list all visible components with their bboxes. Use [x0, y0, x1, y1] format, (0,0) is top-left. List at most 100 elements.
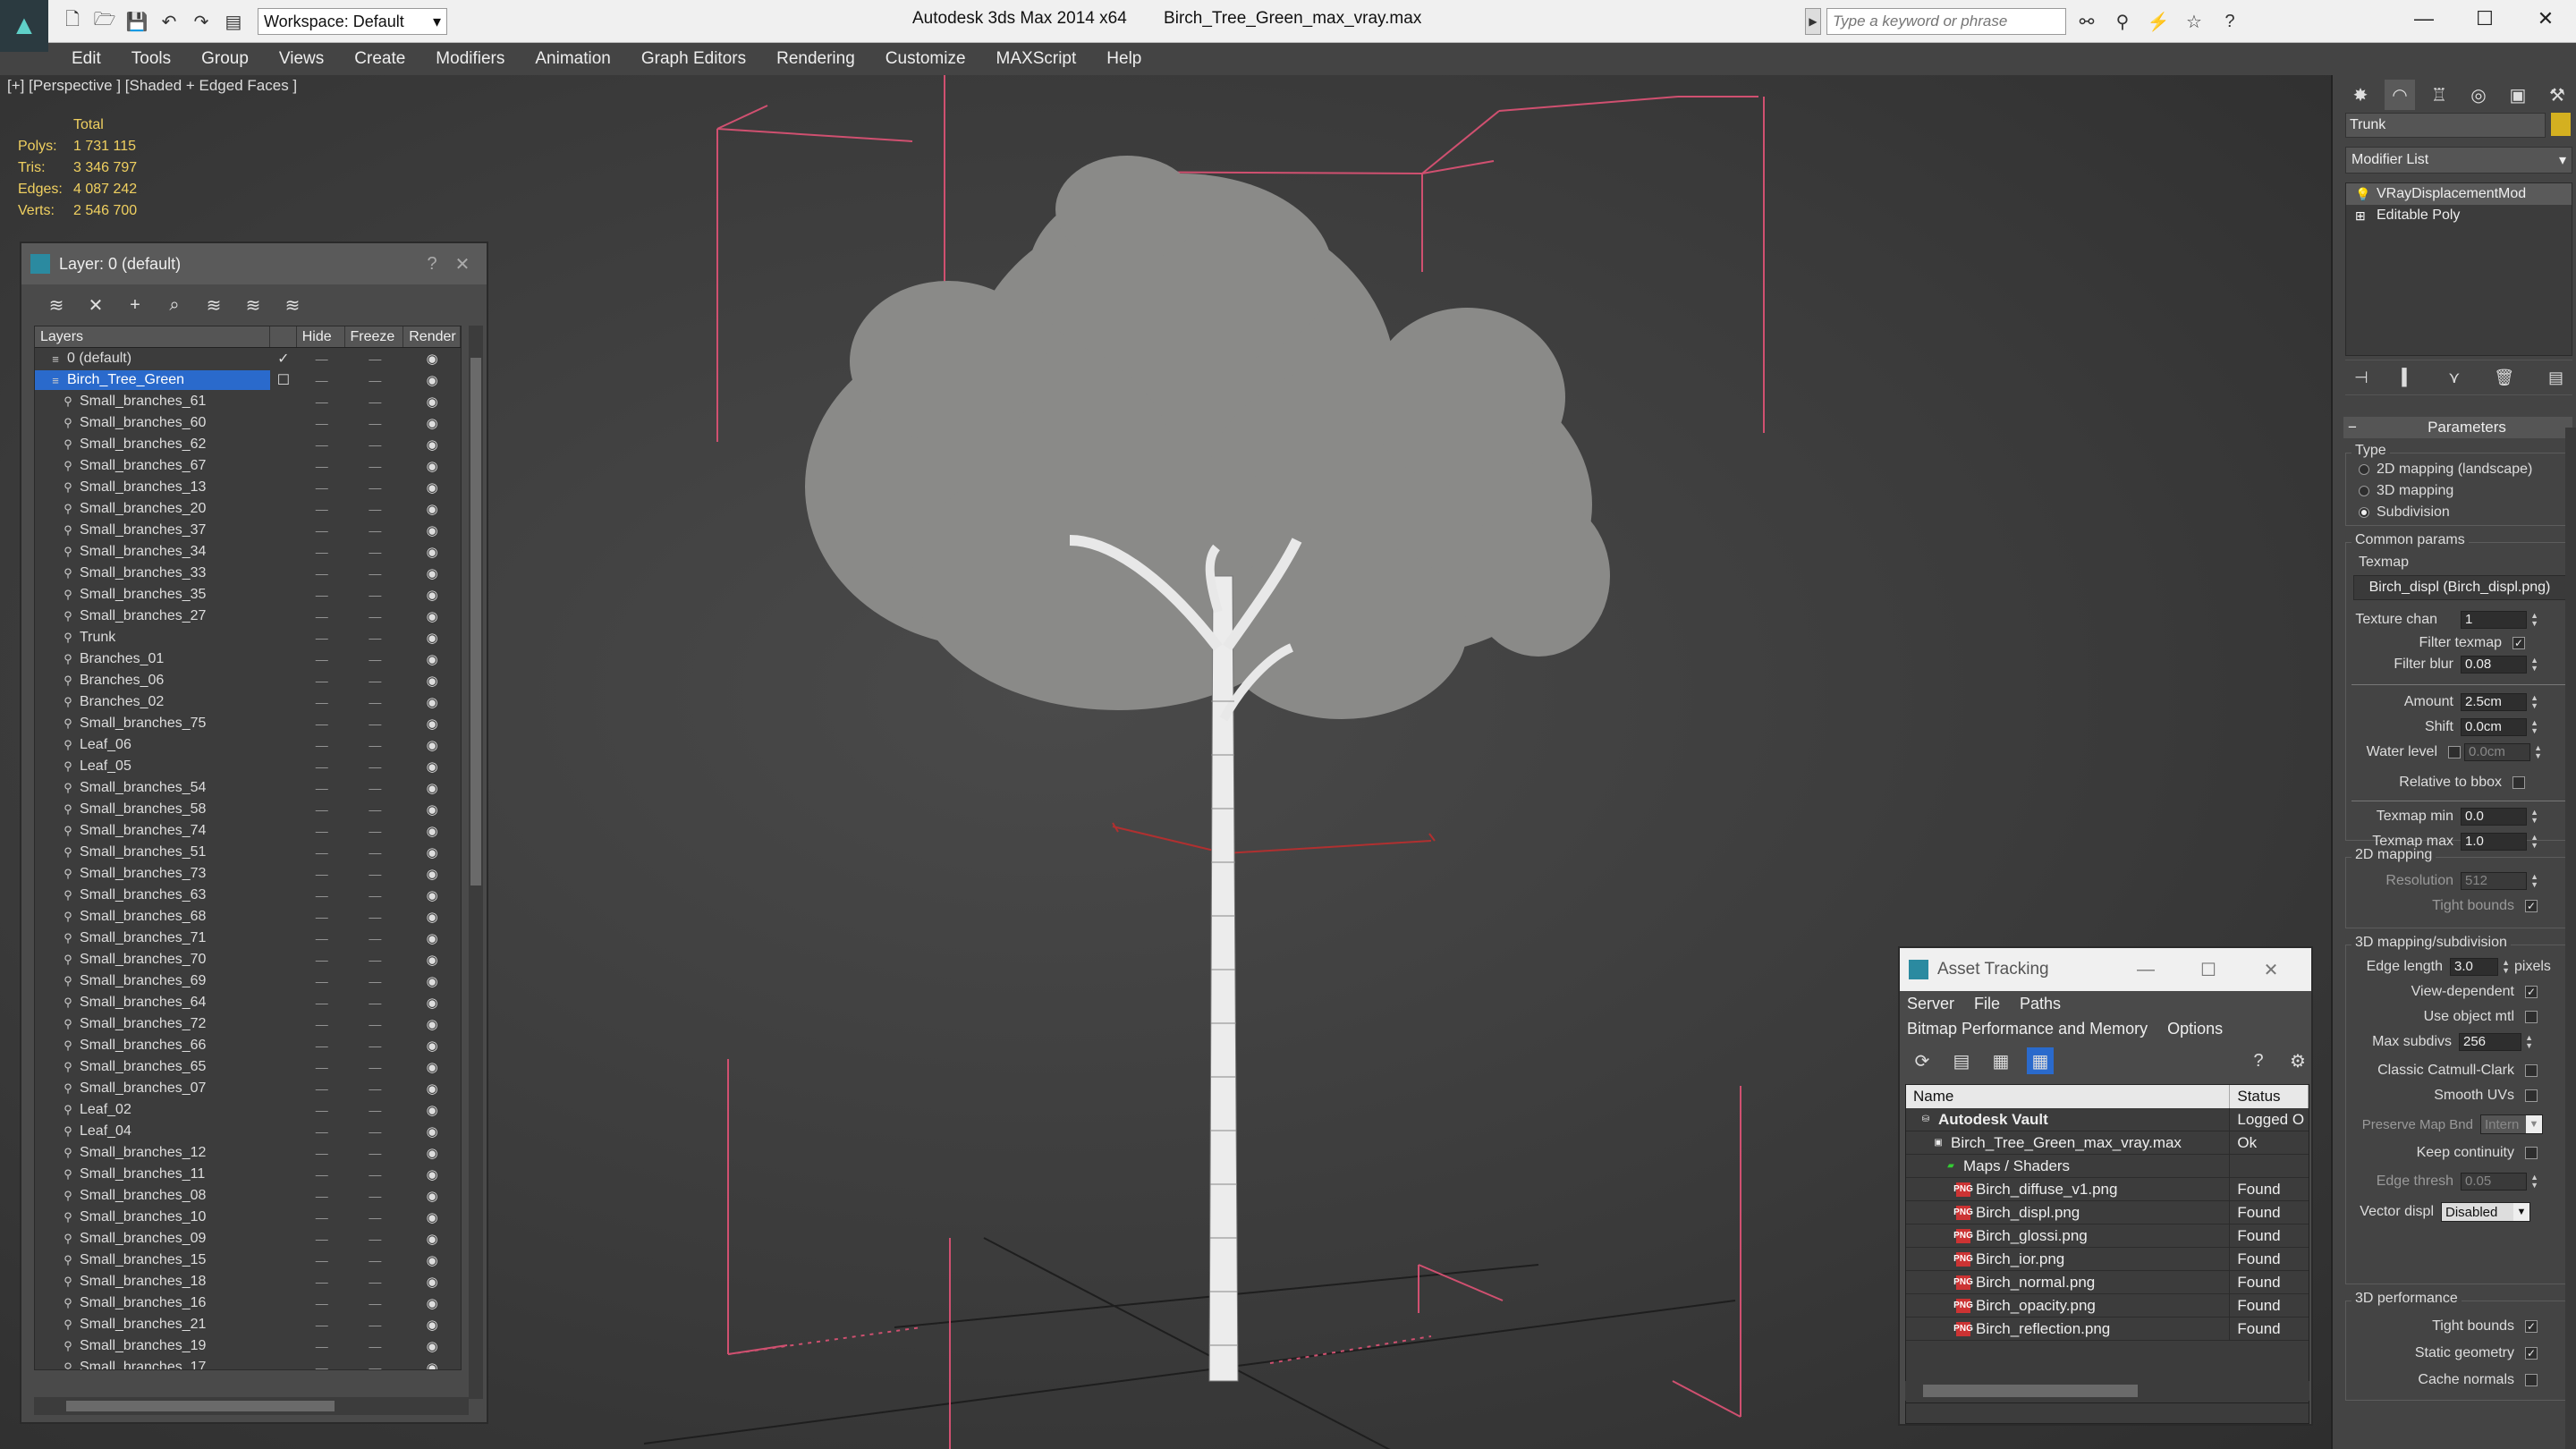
render-teapot-icon[interactable]: ◉	[403, 394, 461, 410]
configure-modifier-sets-icon[interactable]: ▤	[2548, 369, 2563, 387]
asset-row[interactable]: PNG Birch_glossi.png Found	[1906, 1224, 2309, 1248]
layer-row[interactable]: ⚲ Small_branches_51— — ◉	[35, 842, 461, 863]
render-teapot-icon[interactable]: ◉	[403, 372, 461, 388]
render-teapot-icon[interactable]: ◉	[403, 1102, 461, 1118]
layer-row[interactable]: ⚲ Leaf_02— — ◉	[35, 1099, 461, 1121]
hide-toggle[interactable]: —	[297, 631, 345, 645]
render-teapot-icon[interactable]: ◉	[403, 694, 461, 710]
layer-name-cell[interactable]: ⚲ Small_branches_61	[35, 392, 270, 411]
layer-row[interactable]: ⚲ Small_branches_17— — ◉	[35, 1357, 461, 1369]
hide-toggle[interactable]: —	[297, 1275, 345, 1289]
freeze-toggle[interactable]: —	[345, 523, 404, 538]
freeze-toggle[interactable]: —	[345, 759, 404, 774]
layer-row[interactable]: ⚲ Small_branches_19— — ◉	[35, 1335, 461, 1357]
layer-name-cell[interactable]: ⚲ Small_branches_64	[35, 993, 270, 1013]
layer-row[interactable]: ⚲ Small_branches_64— — ◉	[35, 992, 461, 1013]
layer-row[interactable]: ⚲ Small_branches_35— — ◉	[35, 584, 461, 606]
layer-name-cell[interactable]: ⚲ Small_branches_68	[35, 907, 270, 927]
freeze-toggle[interactable]: —	[345, 1017, 404, 1031]
layer-name-cell[interactable]: ⚲ Small_branches_19	[35, 1336, 270, 1356]
hide-toggle[interactable]: —	[297, 931, 345, 945]
layer-name-cell[interactable]: ⚲ Small_branches_75	[35, 714, 270, 733]
render-teapot-icon[interactable]: ◉	[403, 1252, 461, 1268]
radio-button[interactable]	[2359, 464, 2369, 475]
object-color-swatch[interactable]	[2551, 113, 2571, 136]
freeze-toggle[interactable]: —	[345, 631, 404, 645]
freeze-toggle[interactable]: —	[345, 1296, 404, 1310]
show-end-result-icon[interactable]: ▍	[2402, 369, 2415, 387]
freeze-all-layers-icon[interactable]: ≋	[279, 292, 306, 318]
layer-name-cell[interactable]: ⚲ Small_branches_08	[35, 1186, 270, 1206]
freeze-toggle[interactable]: —	[345, 974, 404, 988]
layer-row[interactable]: ⚲ Trunk — — ◉	[35, 627, 461, 648]
render-teapot-icon[interactable]: ◉	[403, 1209, 461, 1225]
hide-toggle[interactable]: —	[297, 781, 345, 795]
layer-name-cell[interactable]: ⚲ Small_branches_09	[35, 1229, 270, 1249]
max-subdivs-spinner[interactable]: 256 ▲ ▼	[2459, 1033, 2533, 1051]
menu-maxscript[interactable]: MAXScript	[996, 49, 1077, 69]
asset-row[interactable]: ⛁ Autodesk Vault Logged O	[1906, 1107, 2309, 1131]
object-name-input[interactable]	[2345, 113, 2546, 138]
hide-toggle[interactable]: —	[297, 609, 345, 623]
layer-row[interactable]: ⚲ Small_branches_37— — ◉	[35, 520, 461, 541]
asset-row[interactable]: ▣ Birch_Tree_Green_max_vray.max Ok	[1906, 1131, 2309, 1155]
hide-toggle[interactable]: —	[297, 588, 345, 602]
spinner-arrows-icon[interactable]: ▲ ▼	[2502, 959, 2510, 975]
hide-toggle[interactable]: —	[297, 1038, 345, 1053]
layer-name-cell[interactable]: ⚲ Small_branches_60	[35, 413, 270, 433]
render-teapot-icon[interactable]: ◉	[403, 415, 461, 431]
layer-row[interactable]: ⚲ Leaf_06— — ◉	[35, 734, 461, 756]
freeze-toggle[interactable]: —	[345, 910, 404, 924]
motion-tab-icon[interactable]: ◎	[2463, 80, 2494, 110]
menu-animation[interactable]: Animation	[535, 49, 611, 69]
communication-icon[interactable]: ⚡	[2143, 8, 2174, 35]
layer-name-cell[interactable]: ⚲ Small_branches_10	[35, 1208, 270, 1227]
hide-toggle[interactable]: —	[297, 1060, 345, 1074]
radio-subdivision[interactable]: Subdivision	[2346, 502, 2572, 523]
close-icon[interactable]: ✕	[2240, 959, 2302, 981]
hide-toggle[interactable]: —	[297, 845, 345, 860]
hide-toggle[interactable]: —	[297, 1146, 345, 1160]
asset-row[interactable]: ▰ Maps / Shaders	[1906, 1154, 2309, 1178]
hide-toggle[interactable]: —	[297, 566, 345, 580]
layer-row[interactable]: ⚲ Branches_02— — ◉	[35, 691, 461, 713]
render-teapot-icon[interactable]: ◉	[403, 673, 461, 689]
hide-toggle[interactable]: —	[297, 867, 345, 881]
classic-catmull-checkbox[interactable]	[2525, 1064, 2538, 1077]
layer-name-cell[interactable]: ⚲ Small_branches_35	[35, 585, 270, 605]
hide-toggle[interactable]: —	[297, 352, 345, 366]
freeze-toggle[interactable]: —	[345, 437, 404, 452]
save-file-icon[interactable]: 💾	[123, 8, 150, 35]
hide-toggle[interactable]: —	[297, 459, 345, 473]
render-teapot-icon[interactable]: ◉	[403, 436, 461, 453]
freeze-toggle[interactable]: —	[345, 373, 404, 387]
minimize-icon[interactable]: —	[2114, 960, 2177, 980]
relative-bbox-checkbox[interactable]	[2512, 776, 2525, 789]
hide-toggle[interactable]: —	[297, 373, 345, 387]
hide-toggle[interactable]: —	[297, 1189, 345, 1203]
render-teapot-icon[interactable]: ◉	[403, 565, 461, 581]
shift-spinner[interactable]: 0.0cm ▲ ▼	[2461, 718, 2538, 736]
list-view-icon[interactable]: ▤	[1948, 1047, 1975, 1074]
hierarchy-tab-icon[interactable]: ♖	[2424, 80, 2454, 110]
freeze-toggle[interactable]: —	[345, 394, 404, 409]
amount-spinner[interactable]: 2.5cm ▲ ▼	[2461, 693, 2538, 711]
layer-row[interactable]: ⚲ Small_branches_09— — ◉	[35, 1228, 461, 1250]
menu-modifiers[interactable]: Modifiers	[436, 49, 504, 69]
texmap-max-spinner[interactable]: 1.0 ▲ ▼	[2461, 833, 2538, 851]
hide-toggle[interactable]: —	[297, 523, 345, 538]
current-layer-toggle[interactable]: ☐	[270, 371, 297, 389]
freeze-toggle[interactable]: —	[345, 802, 404, 817]
viewport-label[interactable]: [+] [Perspective ] [Shaded + Edged Faces…	[7, 77, 297, 95]
modifier-list-dropdown[interactable]: Modifier List ▾	[2345, 147, 2572, 174]
layer-name-cell[interactable]: ⚲ Small_branches_63	[35, 886, 270, 905]
favorites-star-icon[interactable]: ☆	[2179, 8, 2209, 35]
settings-icon[interactable]: ⚙	[2284, 1047, 2311, 1074]
expand-plus-icon[interactable]: ⊞	[2355, 208, 2368, 224]
render-teapot-icon[interactable]: ◉	[403, 780, 461, 796]
display-tab-icon[interactable]: ▣	[2503, 80, 2533, 110]
layer-name-cell[interactable]: ⚲ Small_branches_37	[35, 521, 270, 540]
freeze-toggle[interactable]: —	[345, 953, 404, 967]
tree-view-icon[interactable]: ▦	[1987, 1047, 2014, 1074]
hide-toggle[interactable]: —	[297, 888, 345, 902]
